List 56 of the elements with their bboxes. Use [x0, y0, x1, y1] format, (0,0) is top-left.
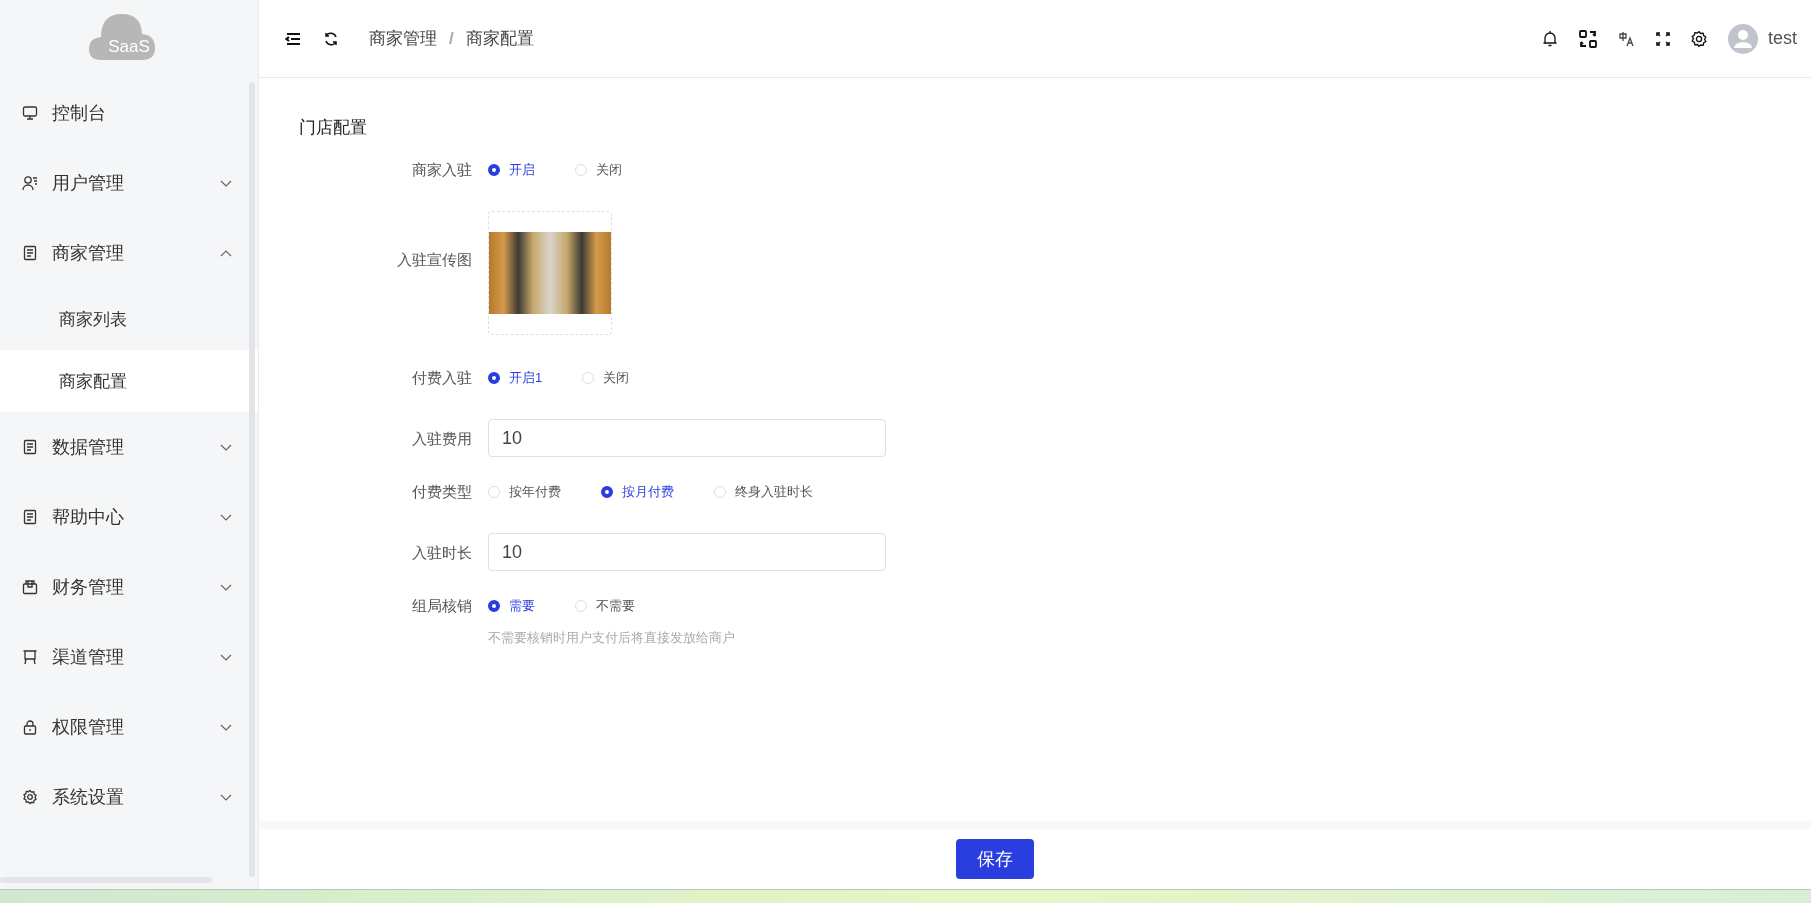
- radio-option[interactable]: 开启: [488, 161, 535, 179]
- hint-text: 不需要核销时用户支付后将直接发放给商户: [488, 629, 735, 647]
- switch-icon[interactable]: [1578, 28, 1598, 49]
- field-label: 入驻费用: [411, 429, 473, 449]
- field-label: 入驻宣传图: [396, 250, 473, 270]
- radio-option[interactable]: 关闭: [575, 161, 622, 179]
- radio-option[interactable]: 终身入驻时长: [714, 483, 813, 501]
- radio-option[interactable]: 开启1: [488, 369, 543, 387]
- menu-item[interactable]: 系统设置: [0, 762, 258, 832]
- fullscreen-icon[interactable]: [1656, 31, 1670, 46]
- menu-item[interactable]: 财务管理: [0, 552, 258, 622]
- radio-option[interactable]: 关闭: [582, 369, 630, 387]
- menu-item[interactable]: 商家管理: [0, 218, 258, 288]
- field-label: 组局核销: [411, 596, 473, 616]
- refresh-icon[interactable]: [323, 30, 339, 47]
- user-name[interactable]: test: [1768, 28, 1797, 49]
- menu-item[interactable]: 用户管理: [0, 148, 258, 218]
- settings-icon[interactable]: [1690, 29, 1708, 48]
- user-icon: [22, 175, 38, 191]
- scrollbar[interactable]: [249, 82, 255, 877]
- image-upload[interactable]: [488, 211, 612, 335]
- save-button[interactable]: 保存: [956, 839, 1034, 879]
- radio-option[interactable]: 不需要: [575, 597, 635, 615]
- cloud-logo-icon: [89, 12, 155, 62]
- radio-option[interactable]: 需要: [488, 597, 535, 615]
- input-field[interactable]: 10: [488, 533, 886, 571]
- board-icon: [22, 649, 38, 665]
- logo-text: SaaS: [108, 37, 150, 57]
- lock-icon: [22, 719, 38, 735]
- input-field[interactable]: 10: [488, 419, 886, 457]
- doc-icon: [22, 439, 38, 455]
- field-label: 付费类型: [411, 482, 473, 502]
- monitor-icon: [22, 105, 38, 121]
- menu-item[interactable]: 权限管理: [0, 692, 258, 762]
- submenu-item[interactable]: 商家配置: [0, 350, 258, 412]
- breadcrumb-item[interactable]: 商家配置: [465, 27, 534, 50]
- box-icon: [22, 579, 38, 595]
- menu-item[interactable]: 帮助中心: [0, 482, 258, 552]
- bell-icon[interactable]: [1542, 30, 1558, 47]
- gear-icon: [22, 789, 38, 805]
- field-label: 付费入驻: [411, 368, 473, 388]
- menu-item[interactable]: 数据管理: [0, 412, 258, 482]
- breadcrumb-item[interactable]: 商家管理: [369, 27, 437, 50]
- field-label: 商家入驻: [411, 160, 473, 180]
- radio-option[interactable]: 按年付费: [488, 483, 561, 501]
- field-label: 入驻时长: [411, 543, 473, 563]
- translate-icon[interactable]: [1618, 29, 1636, 48]
- menu-item[interactable]: 控制台: [0, 78, 258, 148]
- radio-option[interactable]: 按月付费: [601, 483, 674, 501]
- doc-icon: [22, 509, 38, 525]
- section-title: 门店配置: [299, 117, 368, 139]
- breadcrumb-separator: /: [449, 28, 454, 49]
- doc-icon: [22, 245, 38, 261]
- menu-fold-icon[interactable]: [285, 31, 301, 46]
- menu-item[interactable]: 渠道管理: [0, 622, 258, 692]
- submenu-item[interactable]: 商家列表: [0, 288, 258, 350]
